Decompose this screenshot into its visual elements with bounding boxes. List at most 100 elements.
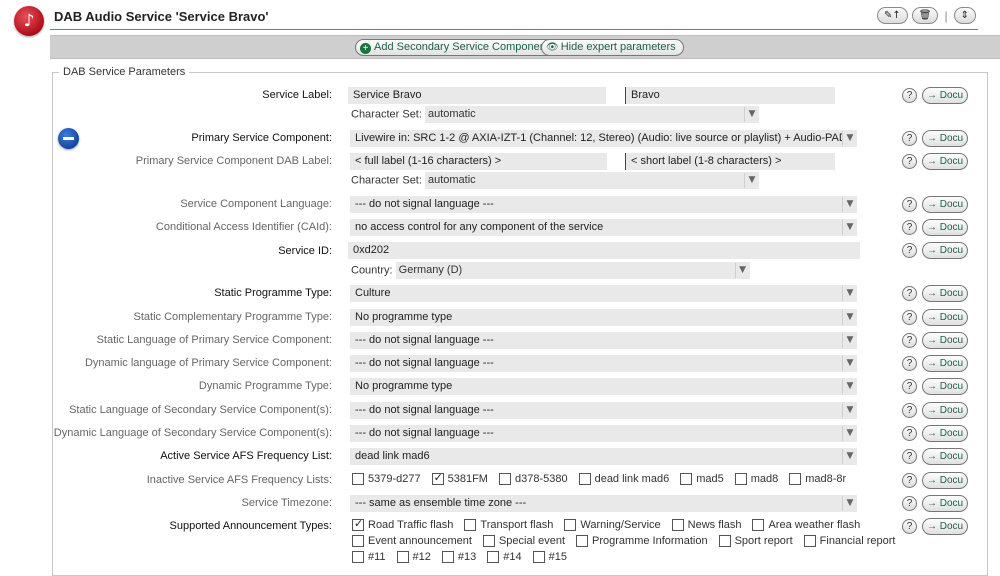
checkbox-unchecked[interactable] <box>671 519 684 531</box>
caid-docu-button[interactable]: → Docu <box>922 219 968 236</box>
checkbox-item[interactable]: Transport flash <box>464 519 553 531</box>
checkbox-unchecked[interactable] <box>352 551 364 563</box>
timezone-docu-button[interactable]: → Docu <box>922 495 968 512</box>
component-language-help-button[interactable]: ? <box>902 197 917 212</box>
checkbox-item[interactable]: News flash <box>671 519 741 531</box>
dynamic-lang-secondary-help-button[interactable]: ? <box>902 426 917 441</box>
checkbox-item[interactable]: mad8-8r <box>789 473 846 485</box>
checkbox-unchecked[interactable] <box>803 535 816 547</box>
checkbox-unchecked[interactable] <box>396 551 409 563</box>
checkbox-unchecked[interactable] <box>718 535 731 547</box>
checkbox-item[interactable]: Road Traffic flash <box>352 517 453 531</box>
primary-dab-label-docu-button[interactable]: → Docu <box>922 153 968 170</box>
primary-dab-charset-select[interactable]: automatic ▼ <box>424 172 759 189</box>
static-lang-secondary-help-button[interactable]: ? <box>902 403 917 418</box>
dynamic-pty-help-button[interactable]: ? <box>902 379 917 394</box>
caid-help-button[interactable]: ? <box>902 220 917 235</box>
static-pty-select[interactable]: Culture ▼ <box>350 285 857 302</box>
primary-component-select[interactable]: Livewire in: SRC 1-2 @ AXIA-IZT-1 (Chann… <box>350 130 857 147</box>
dynamic-lang-secondary-select[interactable]: --- do not signal language --- ▼ <box>350 425 857 442</box>
checkbox-unchecked[interactable] <box>532 551 545 563</box>
checkbox-item[interactable]: d378-5380 <box>498 473 568 485</box>
checkbox-unchecked[interactable] <box>464 519 477 531</box>
checkbox-item[interactable]: mad5 <box>680 473 724 485</box>
checkbox-unchecked[interactable] <box>352 535 364 547</box>
checkbox-item[interactable]: Warning/Service <box>564 519 661 531</box>
dynamic-lang-primary-help-button[interactable]: ? <box>902 356 917 371</box>
dynamic-pty-docu-button[interactable]: → Docu <box>922 378 968 395</box>
primary-dab-label-help-button[interactable]: ? <box>902 154 917 169</box>
checkbox-unchecked[interactable] <box>498 473 511 485</box>
move-icon[interactable]: ⇕ <box>953 7 976 24</box>
edit-icon[interactable]: ✎↑ <box>877 7 908 24</box>
static-lang-primary-docu-button[interactable]: → Docu <box>922 332 968 349</box>
service-id-input[interactable]: 0xd202 <box>348 242 860 259</box>
checkbox-item[interactable]: #12 <box>396 551 431 563</box>
checkbox-item[interactable]: Programme Information <box>576 535 708 547</box>
static-comp-pty-docu-button[interactable]: → Docu <box>922 309 968 326</box>
inactive-afs-help-button[interactable]: ? <box>902 473 917 488</box>
add-secondary-component-button[interactable]: + Add Secondary Service Component <box>355 39 557 56</box>
component-language-select[interactable]: --- do not signal language --- ▼ <box>350 196 857 213</box>
service-label-docu-button[interactable]: → Docu <box>922 87 968 104</box>
static-pty-docu-button[interactable]: → Docu <box>922 285 968 302</box>
checkbox-unchecked[interactable] <box>576 535 589 547</box>
checkbox-item[interactable]: #14 <box>487 551 522 563</box>
checkbox-unchecked[interactable] <box>578 473 591 485</box>
checkbox-item[interactable]: Sport report <box>718 535 793 547</box>
static-pty-help-button[interactable]: ? <box>902 286 917 301</box>
checkbox-item[interactable]: Special event <box>482 535 565 547</box>
hide-expert-parameters-button[interactable]: 👁 Hide expert parameters <box>541 39 684 56</box>
checkbox-unchecked[interactable] <box>487 551 500 563</box>
service-label-help-button[interactable]: ? <box>902 88 917 103</box>
caid-select[interactable]: no access control for any component of t… <box>350 219 857 236</box>
checkbox-item[interactable]: Area weather flash <box>752 519 860 531</box>
service-label-charset-select[interactable]: automatic ▼ <box>424 106 759 123</box>
static-lang-primary-help-button[interactable]: ? <box>902 333 917 348</box>
checkbox-checked[interactable] <box>352 517 364 531</box>
country-select[interactable]: Germany (D) ▼ <box>395 262 750 279</box>
static-lang-secondary-docu-button[interactable]: → Docu <box>922 402 968 419</box>
checkbox-item[interactable]: 5379-d277 <box>352 473 421 485</box>
checkbox-unchecked[interactable] <box>564 519 577 531</box>
static-lang-secondary-select[interactable]: --- do not signal language --- ▼ <box>350 402 857 419</box>
checkbox-unchecked[interactable] <box>352 473 364 485</box>
active-afs-select[interactable]: dead link mad6 ▼ <box>350 448 857 465</box>
checkbox-unchecked[interactable] <box>789 473 802 485</box>
inactive-afs-docu-button[interactable]: → Docu <box>922 472 968 489</box>
checkbox-checked[interactable] <box>431 471 444 485</box>
primary-dab-full-label-input[interactable]: < full label (1-16 characters) > <box>350 153 607 170</box>
trash-icon[interactable]: 🗑 <box>911 7 939 24</box>
checkbox-item[interactable]: #11 <box>352 551 386 563</box>
checkbox-item[interactable]: dead link mad6 <box>578 473 669 485</box>
checkbox-unchecked[interactable] <box>752 519 765 531</box>
active-afs-help-button[interactable]: ? <box>902 449 917 464</box>
announcements-docu-button[interactable]: → Docu <box>922 518 968 535</box>
primary-component-docu-button[interactable]: → Docu <box>922 130 968 147</box>
checkbox-item[interactable]: #13 <box>441 551 476 563</box>
checkbox-unchecked[interactable] <box>680 473 693 485</box>
component-language-docu-button[interactable]: → Docu <box>922 196 968 213</box>
service-id-docu-button[interactable]: → Docu <box>922 242 968 259</box>
dynamic-lang-secondary-docu-button[interactable]: → Docu <box>922 425 968 442</box>
service-label-input[interactable]: Service Bravo <box>348 87 606 104</box>
dynamic-pty-select[interactable]: No programme type ▼ <box>350 378 857 395</box>
active-afs-docu-button[interactable]: → Docu <box>922 448 968 465</box>
checkbox-unchecked[interactable] <box>441 551 454 563</box>
checkbox-item[interactable]: #15 <box>532 551 567 563</box>
dynamic-lang-primary-select[interactable]: --- do not signal language --- ▼ <box>350 355 857 372</box>
checkbox-item[interactable]: 5381FM <box>431 471 488 485</box>
checkbox-unchecked[interactable] <box>734 473 747 485</box>
announcements-help-button[interactable]: ? <box>902 519 917 534</box>
static-comp-pty-select[interactable]: No programme type ▼ <box>350 309 857 326</box>
timezone-select[interactable]: --- same as ensemble time zone --- ▼ <box>350 495 857 512</box>
primary-dab-short-label-input[interactable]: < short label (1-8 characters) > <box>625 153 835 170</box>
checkbox-item[interactable]: mad8 <box>734 473 778 485</box>
checkbox-item[interactable]: Financial report <box>803 535 895 547</box>
static-lang-primary-select[interactable]: --- do not signal language --- ▼ <box>350 332 857 349</box>
service-id-help-button[interactable]: ? <box>902 243 917 258</box>
primary-component-help-button[interactable]: ? <box>902 131 917 146</box>
checkbox-unchecked[interactable] <box>482 535 495 547</box>
timezone-help-button[interactable]: ? <box>902 496 917 511</box>
static-comp-pty-help-button[interactable]: ? <box>902 310 917 325</box>
